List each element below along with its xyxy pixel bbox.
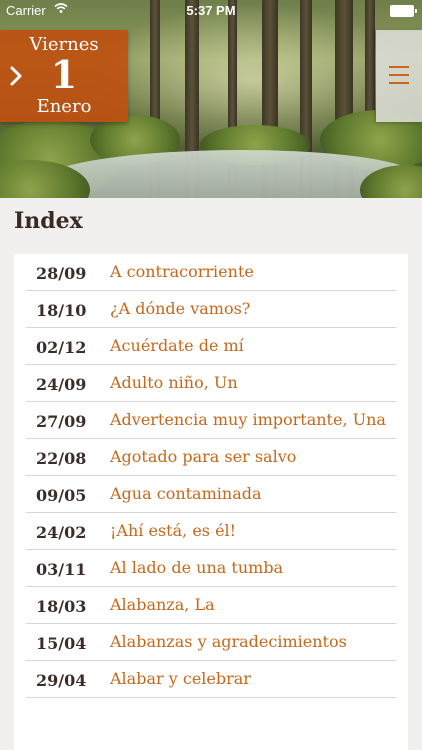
list-item[interactable]: 09/05 Agua contaminada — [26, 476, 396, 513]
item-title[interactable]: Adulto niño, Un — [110, 365, 396, 401]
status-bar: Carrier 5:37 PM — [0, 0, 422, 20]
item-date: 18/10 — [36, 301, 87, 320]
item-title[interactable]: A contracorriente — [110, 254, 396, 290]
item-title[interactable]: Agua contaminada — [110, 476, 396, 512]
status-time: 5:37 PM — [186, 3, 236, 18]
list-item[interactable]: 02/12 Acuérdate de mí — [26, 328, 396, 365]
list-item[interactable]: 24/02 ¡Ahí está, es él! — [26, 513, 396, 550]
list-item[interactable]: 03/11 Al lado de una tumba — [26, 550, 396, 587]
item-date: 15/04 — [36, 634, 87, 653]
day-number: 1 — [50, 52, 78, 97]
page-title: Index — [14, 208, 83, 234]
date-selector[interactable]: Viernes 1 Enero — [0, 30, 128, 122]
item-title[interactable]: Alabanzas y agradecimientos — [110, 624, 396, 660]
list-item[interactable]: 24/09 Adulto niño, Un — [26, 365, 396, 402]
item-title[interactable]: Alabar y celebrar — [110, 661, 396, 697]
item-date: 29/04 — [36, 671, 87, 690]
battery-icon — [390, 5, 417, 17]
item-title[interactable]: Acuérdate de mí — [110, 328, 396, 364]
item-date: 22/08 — [36, 449, 87, 468]
item-date: 24/02 — [36, 523, 87, 542]
list-item[interactable]: 29/04 Alabar y celebrar — [26, 661, 396, 698]
list-item[interactable]: 18/10 ¿A dónde vamos? — [26, 291, 396, 328]
item-title[interactable]: Advertencia muy importante, Una — [110, 402, 396, 438]
item-title[interactable]: Agotado para ser salvo — [110, 439, 396, 475]
item-title[interactable]: Alabanza, La — [110, 587, 396, 623]
month-name: Enero — [36, 96, 92, 117]
item-title[interactable]: Al lado de una tumba — [110, 550, 396, 586]
item-date: 18/03 — [36, 597, 87, 616]
list-item[interactable]: 22/08 Agotado para ser salvo — [26, 439, 396, 476]
list-item[interactable]: 27/09 Advertencia muy importante, Una — [26, 402, 396, 439]
item-date: 28/09 — [36, 264, 87, 283]
item-date: 02/12 — [36, 338, 87, 357]
list-item[interactable]: 18/03 Alabanza, La — [26, 587, 396, 624]
list-item[interactable]: 15/04 Alabanzas y agradecimientos — [26, 624, 396, 661]
item-title[interactable]: ¡Ahí está, es él! — [110, 513, 396, 549]
item-title[interactable]: ¿A dónde vamos? — [110, 291, 396, 327]
item-date: 24/09 — [36, 375, 87, 394]
hamburger-menu-icon[interactable] — [388, 64, 410, 86]
menu-button[interactable] — [376, 30, 422, 122]
item-date: 27/09 — [36, 412, 87, 431]
item-date: 03/11 — [36, 560, 87, 579]
list-item[interactable]: 28/09 A contracorriente — [26, 254, 396, 291]
item-date: 09/05 — [36, 486, 87, 505]
index-list: 28/09 A contracorriente 18/10 ¿A dónde v… — [14, 254, 408, 750]
